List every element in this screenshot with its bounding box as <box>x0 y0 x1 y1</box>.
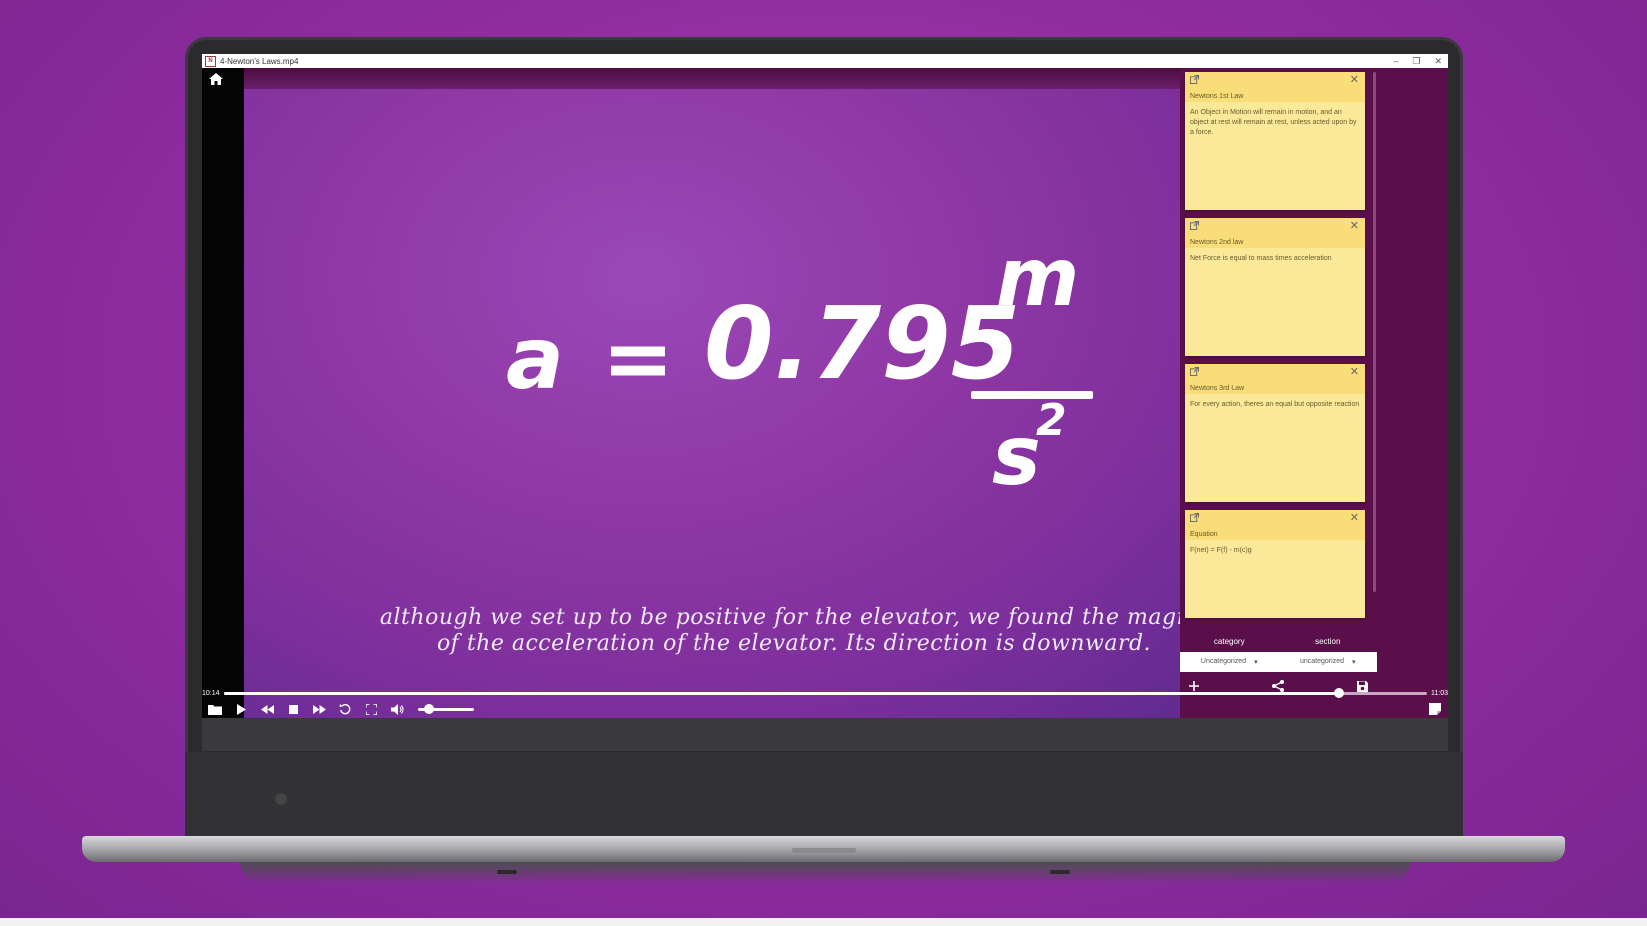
equation-value: 0.795 <box>704 285 1021 402</box>
laptop-foot <box>497 870 517 874</box>
close-note-icon[interactable]: ✕ <box>1350 511 1359 524</box>
open-note-icon[interactable] <box>1190 367 1199 376</box>
volume-icon <box>390 703 404 715</box>
note-body[interactable]: Net Force is equal to mass times acceler… <box>1185 248 1365 270</box>
equation-exponent: 2 <box>1036 395 1067 446</box>
section-value: uncategorized <box>1300 658 1344 665</box>
note-title[interactable]: Equation <box>1190 531 1218 538</box>
seek-thumb[interactable] <box>1334 687 1345 698</box>
play-icon <box>237 703 246 715</box>
rewind-icon <box>260 704 274 714</box>
folder-icon <box>208 704 222 715</box>
app-screen: N 4-Newton's Laws.mp4 – ❐ ✕ a = 0.795 m … <box>202 54 1448 751</box>
note-title[interactable]: Newtons 2nd law <box>1190 239 1243 246</box>
laptop-foot <box>1050 870 1070 874</box>
notes-panel: ✕ Newtons 1st Law An Object in Motion wi… <box>1180 68 1448 718</box>
fraction-bar <box>971 391 1093 399</box>
laptop-shadow <box>240 862 1410 884</box>
notes-scrollbar[interactable] <box>1373 72 1376 592</box>
fullscreen-button[interactable] <box>358 700 384 718</box>
chevron-down-icon: ▾ <box>1254 659 1258 666</box>
app-icon: N <box>205 55 216 67</box>
category-select[interactable]: Uncategorized ▾ <box>1180 658 1279 666</box>
close-note-icon[interactable]: ✕ <box>1350 219 1359 232</box>
volume-slider[interactable] <box>418 703 474 714</box>
category-value: Uncategorized <box>1200 658 1247 665</box>
equation-variable: a <box>506 309 565 409</box>
stop-icon <box>288 704 298 714</box>
stop-button[interactable] <box>280 700 306 718</box>
restore-button[interactable]: ❐ <box>1412 56 1420 67</box>
open-note-icon[interactable] <box>1190 75 1199 84</box>
volume-thumb[interactable] <box>424 703 435 714</box>
window-title: 4-Newton's Laws.mp4 <box>220 56 299 66</box>
close-note-icon[interactable]: ✕ <box>1350 365 1359 378</box>
section-select[interactable]: uncategorized ▾ <box>1279 658 1378 666</box>
close-note-icon[interactable]: ✕ <box>1350 73 1359 86</box>
note-title[interactable]: Newtons 1st Law <box>1190 93 1243 100</box>
filter-labels: category section <box>1180 633 1377 651</box>
note-body[interactable]: F(net) = F(f) - m(c)g <box>1185 540 1365 562</box>
open-note-icon[interactable] <box>1190 221 1199 230</box>
minimize-button[interactable]: – <box>1393 56 1398 66</box>
video-frame[interactable]: a = 0.795 m s 2 although we set up to be… <box>244 89 1244 718</box>
note-card[interactable]: ✕ Newtons 3rd Law For every action, ther… <box>1185 364 1365 502</box>
laptop-chin <box>185 752 1463 838</box>
laptop-camera <box>275 793 287 805</box>
player-controls <box>202 700 1448 718</box>
laptop-notch <box>792 848 856 853</box>
close-button[interactable]: ✕ <box>1434 56 1442 67</box>
seek-bar-fill <box>223 691 1340 695</box>
play-button[interactable] <box>228 700 254 718</box>
fullscreen-icon <box>365 703 377 715</box>
current-time: 10:14 <box>202 689 220 697</box>
replay-icon <box>339 703 351 715</box>
equation-denominator: s <box>992 409 1041 504</box>
total-time: 11:03 <box>1431 689 1448 697</box>
note-card[interactable]: ✕ Newtons 1st Law An Object in Motion wi… <box>1185 72 1365 210</box>
note-icon <box>1429 703 1441 715</box>
window-titlebar: N 4-Newton's Laws.mp4 – ❐ ✕ <box>202 54 1448 68</box>
seek-bar[interactable] <box>223 687 1427 698</box>
mute-button[interactable] <box>384 700 410 718</box>
open-note-icon[interactable] <box>1190 513 1199 522</box>
seek-row: 10:14 11:03 <box>202 686 1448 700</box>
video-top-band <box>244 68 1244 89</box>
note-card[interactable]: ✕ Newtons 2nd law Net Force is equal to … <box>1185 218 1365 356</box>
note-body[interactable]: For every action, theres an equal but op… <box>1185 394 1365 416</box>
subtitle-line-2: of the acceleration of the elevator. Its… <box>436 631 1152 656</box>
section-label: section <box>1315 637 1341 646</box>
subtitle-line-1: although we set up to be positive for th… <box>379 605 1209 630</box>
fast-forward-button[interactable] <box>306 700 332 718</box>
home-icon[interactable] <box>208 71 224 87</box>
open-file-button[interactable] <box>202 700 228 718</box>
equation-numerator: m <box>996 231 1080 324</box>
replay-button[interactable] <box>332 700 358 718</box>
equation-equals: = <box>602 309 675 409</box>
chevron-down-icon: ▾ <box>1351 659 1356 666</box>
rewind-button[interactable] <box>254 700 280 718</box>
note-card[interactable]: ✕ Equation F(net) = F(f) - m(c)g <box>1185 510 1365 618</box>
bottom-strip <box>0 918 1647 926</box>
notes-toggle-button[interactable] <box>1422 700 1448 718</box>
filter-selects: Uncategorized ▾ uncategorized ▾ <box>1180 652 1377 672</box>
category-label: category <box>1213 637 1245 646</box>
desktop-below-window <box>202 718 1448 751</box>
fast-forward-icon <box>312 704 326 714</box>
left-strip <box>202 68 244 718</box>
note-body[interactable]: An Object in Motion will remain in motio… <box>1185 102 1365 144</box>
note-title[interactable]: Newtons 3rd Law <box>1190 385 1244 392</box>
